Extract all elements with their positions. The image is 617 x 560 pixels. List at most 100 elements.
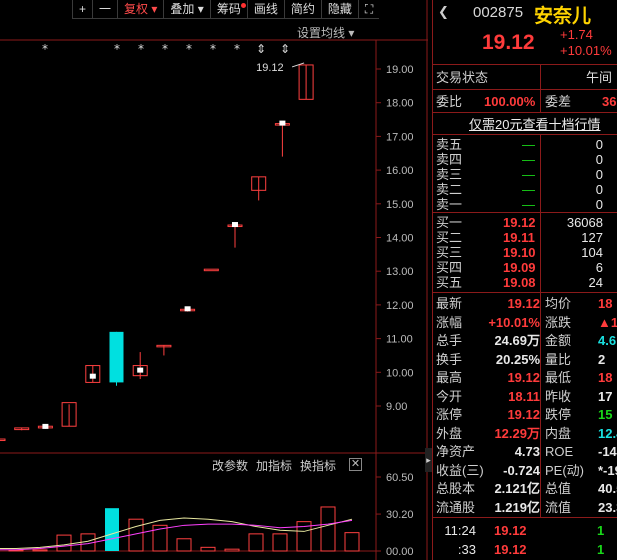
stat-value: 24.69万: [494, 333, 540, 348]
set-ma-dropdown[interactable]: 设置均线 ▾: [297, 24, 354, 41]
zoom-out-button[interactable]: 一: [92, 0, 118, 19]
bid-row: 买二 19.11 127: [432, 230, 617, 245]
simple-mode-button[interactable]: 简约: [283, 0, 321, 19]
volume-bar: [32, 549, 48, 552]
candle-body: [203, 268, 219, 272]
volume-bar: [320, 506, 336, 552]
candle: [14, 427, 30, 431]
chevron-down-icon: ▾: [151, 2, 158, 16]
price-tick-label: 15.00: [386, 199, 414, 211]
tick-volume: 1: [597, 542, 605, 557]
chip-label: 筹码: [216, 2, 241, 16]
switch-indicator-button[interactable]: 换指标: [300, 457, 336, 474]
edit-params-button[interactable]: 改参数: [212, 457, 248, 474]
divider: [432, 517, 617, 518]
volume-tick-label: 30.20: [386, 509, 414, 521]
bid-level-label: 买三: [436, 245, 463, 260]
bid-price: 19.12: [503, 215, 536, 230]
stat-value: 18.11: [508, 388, 540, 404]
volume-tick-label: 00.00: [386, 546, 414, 558]
tick-row: :33 19.12 1: [432, 541, 617, 559]
draw-line-button[interactable]: 画线: [246, 0, 284, 19]
event-marker-icon: *: [162, 42, 168, 56]
ask-level-label: 卖四: [436, 152, 463, 167]
stat-label: 最低: [545, 370, 572, 385]
ask-level-label: 卖三: [436, 167, 463, 182]
stat-value: 17: [598, 388, 613, 404]
fullscreen-icon[interactable]: ⛶: [357, 0, 380, 19]
stat-value: 4.6: [598, 333, 617, 348]
ma10-line: [0, 519, 353, 551]
bid-level-label: 买一: [436, 215, 463, 230]
tick-volume: 1: [597, 523, 605, 538]
zoom-in-button[interactable]: +: [72, 0, 93, 19]
ask-price: —: [522, 182, 535, 197]
tick-row: 11:24 19.12 1: [432, 522, 617, 540]
hide-button[interactable]: 隐藏: [320, 0, 358, 19]
stat-label: 最高: [436, 370, 463, 385]
stat-label: 均价: [545, 296, 572, 311]
stat-label: 今开: [436, 388, 463, 404]
price-tick-label: 19.00: [386, 64, 414, 76]
stat-value: 2.121亿: [494, 481, 540, 496]
tick-time: :33: [457, 542, 476, 557]
bid-level-label: 买四: [436, 260, 463, 275]
stat-label: ROE: [545, 444, 574, 459]
stat-label: 换手: [436, 351, 463, 367]
stat-label: 外盘: [436, 425, 463, 441]
candle: [132, 352, 148, 380]
ask-volume: 0: [595, 182, 603, 197]
chip-button[interactable]: 筹码: [209, 0, 247, 19]
close-icon[interactable]: ✕: [349, 458, 362, 471]
bid-price: 19.09: [503, 260, 536, 275]
stat-value: +10.01%: [488, 314, 540, 330]
event-marker-icon: *: [138, 42, 144, 56]
candle: [274, 121, 290, 157]
overlay-dropdown[interactable]: 叠加 ▾: [163, 0, 210, 19]
stat-label: 总手: [436, 333, 463, 348]
weicha-value: 36: [602, 94, 617, 109]
stat-row: 收益(三) -0.724 PE(动) *-19: [432, 462, 617, 480]
volume-bar: [248, 533, 264, 552]
stat-row: 净资产 4.73 ROE -14.2: [432, 443, 617, 461]
price-tick-label: 17.00: [386, 131, 414, 143]
stat-value: 12.4: [598, 425, 617, 441]
collapse-panel-icon[interactable]: ▸: [425, 448, 432, 472]
notification-dot-icon: [240, 3, 246, 8]
bid-row: 买四 19.09 6: [432, 260, 617, 275]
bid-volume: 104: [581, 245, 603, 260]
high-price-label: 19.12: [256, 62, 284, 74]
price-tick-label: 18.00: [386, 98, 414, 110]
bid-level-label: 买二: [436, 230, 463, 245]
candle-flag-icon: [89, 373, 96, 379]
stat-label: 总值: [545, 481, 572, 496]
stat-label: 内盘: [545, 425, 572, 441]
fuquan-dropdown[interactable]: 复权 ▾: [117, 0, 164, 19]
add-indicator-button[interactable]: 加指标: [256, 457, 292, 474]
volume-tick-label: 60.50: [386, 472, 414, 484]
chart-toolbar: + 一 复权 ▾ 叠加 ▾ 筹码 画线 简约 隐藏 ⛶: [72, 0, 380, 19]
event-marker-icon: *: [234, 42, 240, 56]
candle-flag-icon: [184, 306, 191, 312]
stat-row: 外盘 12.29万内盘 12.4: [432, 425, 617, 443]
candle-body: [109, 331, 124, 383]
stat-label: PE(动): [545, 462, 585, 478]
ask-level-label: 卖五: [436, 137, 463, 152]
kline-chart-panel[interactable]: 19.00 18.00 17.00 16.00 15.00 14.00 13.00 12.00…: [0, 0, 428, 560]
stat-row: 流通股 1.219亿流值 23.3: [432, 499, 617, 517]
kline-chart-svg[interactable]: 19.00 18.00 17.00 16.00 15.00 14.00 13.00 12.00…: [0, 0, 428, 560]
back-arrow-icon[interactable]: ❮: [438, 4, 449, 20]
ten-level-promo-link[interactable]: 仅需20元查看十档行情: [469, 114, 600, 133]
stat-label: 涨幅: [436, 314, 463, 330]
ask-volume: 0: [595, 197, 603, 212]
ask-row: 卖一 — 0: [432, 197, 617, 212]
stat-value: 20.25%: [495, 351, 540, 367]
divider: [432, 134, 617, 135]
stat-label: 最新: [436, 296, 463, 311]
bid-price: 19.11: [503, 230, 535, 245]
weicha-label: 委差: [545, 94, 572, 109]
trade-status-label: 交易状态: [436, 70, 489, 85]
tick-price: 19.12: [494, 542, 527, 557]
candle: [156, 344, 172, 356]
ask-row: 卖四 — 0: [432, 152, 617, 167]
